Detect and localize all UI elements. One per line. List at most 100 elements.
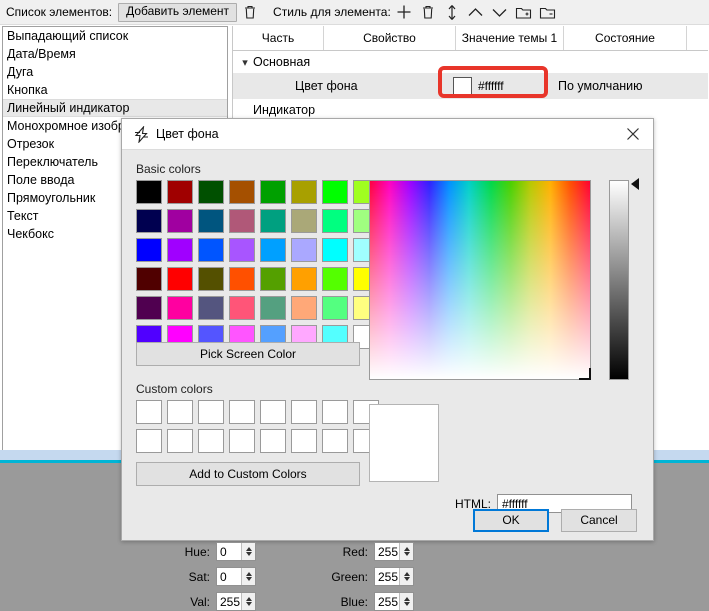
custom-color-swatch[interactable] (260, 400, 286, 424)
basic-color-swatch[interactable] (167, 238, 193, 262)
column-header-state[interactable]: Состояние (564, 26, 687, 50)
basic-color-swatch[interactable] (167, 180, 193, 204)
stepper-down-icon[interactable] (246, 602, 252, 606)
custom-color-swatch[interactable] (229, 429, 255, 453)
chevron-down-icon[interactable]: ▾ (237, 56, 253, 69)
custom-color-swatch[interactable] (136, 400, 162, 424)
basic-color-swatch[interactable] (136, 209, 162, 233)
basic-color-swatch[interactable] (198, 267, 224, 291)
custom-color-swatch[interactable] (198, 429, 224, 453)
dialog-titlebar[interactable]: Цвет фона (122, 119, 653, 150)
value-slider-handle[interactable] (631, 178, 639, 190)
basic-color-swatch[interactable] (198, 238, 224, 262)
stepper-up-icon[interactable] (404, 597, 410, 601)
basic-colors-grid[interactable] (136, 180, 379, 349)
custom-color-swatch[interactable] (167, 429, 193, 453)
column-header-property[interactable]: Свойство (324, 26, 456, 50)
green-stepper[interactable]: 255 (374, 567, 414, 586)
trash-icon[interactable] (239, 1, 261, 23)
stepper-buttons[interactable] (399, 593, 413, 610)
basic-color-swatch[interactable] (322, 267, 348, 291)
saturation-value-plane[interactable] (369, 180, 591, 380)
stepper-buttons[interactable] (241, 543, 255, 560)
chevron-up-icon[interactable] (465, 1, 487, 23)
trash-icon[interactable] (417, 1, 439, 23)
folder-remove-icon[interactable] (537, 1, 559, 23)
sv-cursor[interactable] (579, 368, 591, 380)
stepper-up-icon[interactable] (404, 547, 410, 551)
basic-color-swatch[interactable] (229, 296, 255, 320)
move-vertical-icon[interactable] (441, 1, 463, 23)
property-value-cell[interactable]: #ffffff (453, 77, 558, 96)
property-group-row[interactable]: ▾ Основная (233, 51, 708, 73)
stepper-up-icon[interactable] (246, 597, 252, 601)
basic-color-swatch[interactable] (322, 296, 348, 320)
hue-stepper[interactable]: 0 (216, 542, 256, 561)
basic-color-swatch[interactable] (136, 180, 162, 204)
stepper-up-icon[interactable] (246, 547, 252, 551)
basic-color-swatch[interactable] (136, 296, 162, 320)
custom-color-swatch[interactable] (291, 429, 317, 453)
basic-color-swatch[interactable] (322, 209, 348, 233)
list-item[interactable]: Кнопка (3, 81, 227, 99)
basic-color-swatch[interactable] (260, 296, 286, 320)
custom-color-swatch[interactable] (322, 429, 348, 453)
stepper-up-icon[interactable] (404, 572, 410, 576)
stepper-up-icon[interactable] (246, 572, 252, 576)
column-header-part[interactable]: Часть (233, 26, 324, 50)
close-icon[interactable] (613, 119, 653, 149)
custom-color-swatch[interactable] (291, 400, 317, 424)
basic-color-swatch[interactable] (229, 267, 255, 291)
column-header-extra[interactable] (687, 26, 708, 50)
color-swatch[interactable] (453, 77, 472, 96)
custom-color-swatch[interactable] (322, 400, 348, 424)
custom-color-swatch[interactable] (198, 400, 224, 424)
list-item[interactable]: Дуга (3, 63, 227, 81)
stepper-down-icon[interactable] (404, 577, 410, 581)
basic-color-swatch[interactable] (229, 180, 255, 204)
list-item[interactable]: Дата/Время (3, 45, 227, 63)
blue-stepper[interactable]: 255 (374, 592, 414, 611)
basic-color-swatch[interactable] (198, 296, 224, 320)
basic-color-swatch[interactable] (198, 180, 224, 204)
basic-color-swatch[interactable] (322, 180, 348, 204)
basic-color-swatch[interactable] (260, 209, 286, 233)
value-slider[interactable] (609, 180, 629, 380)
folder-add-icon[interactable] (513, 1, 535, 23)
stepper-down-icon[interactable] (246, 577, 252, 581)
add-element-button[interactable]: Добавить элемент (118, 3, 237, 22)
stepper-buttons[interactable] (399, 568, 413, 585)
red-stepper[interactable]: 255 (374, 542, 414, 561)
stepper-buttons[interactable] (399, 543, 413, 560)
basic-color-swatch[interactable] (167, 209, 193, 233)
basic-color-swatch[interactable] (291, 180, 317, 204)
basic-color-swatch[interactable] (136, 267, 162, 291)
custom-colors-grid[interactable] (136, 400, 379, 453)
table-row[interactable]: Цвет фона #ffffff По умолчанию (233, 73, 708, 99)
custom-color-swatch[interactable] (260, 429, 286, 453)
column-header-theme-value[interactable]: Значение темы 1 (456, 26, 564, 50)
add-to-custom-colors-button[interactable]: Add to Custom Colors (136, 462, 360, 486)
basic-color-swatch[interactable] (167, 296, 193, 320)
list-item-selected[interactable]: Линейный индикатор (3, 99, 227, 117)
basic-color-swatch[interactable] (260, 238, 286, 262)
basic-color-swatch[interactable] (291, 209, 317, 233)
basic-color-swatch[interactable] (260, 267, 286, 291)
stepper-down-icon[interactable] (404, 552, 410, 556)
list-item[interactable]: Выпадающий список (3, 27, 227, 45)
basic-color-swatch[interactable] (291, 267, 317, 291)
basic-color-swatch[interactable] (260, 180, 286, 204)
basic-color-swatch[interactable] (322, 238, 348, 262)
basic-color-swatch[interactable] (229, 238, 255, 262)
basic-color-swatch[interactable] (136, 238, 162, 262)
stepper-down-icon[interactable] (404, 602, 410, 606)
custom-color-swatch[interactable] (136, 429, 162, 453)
plus-icon[interactable] (393, 1, 415, 23)
basic-color-swatch[interactable] (229, 209, 255, 233)
stepper-down-icon[interactable] (246, 552, 252, 556)
stepper-buttons[interactable] (241, 593, 255, 610)
val-stepper[interactable]: 255 (216, 592, 256, 611)
chevron-down-icon[interactable] (489, 1, 511, 23)
basic-color-swatch[interactable] (291, 238, 317, 262)
sat-stepper[interactable]: 0 (216, 567, 256, 586)
